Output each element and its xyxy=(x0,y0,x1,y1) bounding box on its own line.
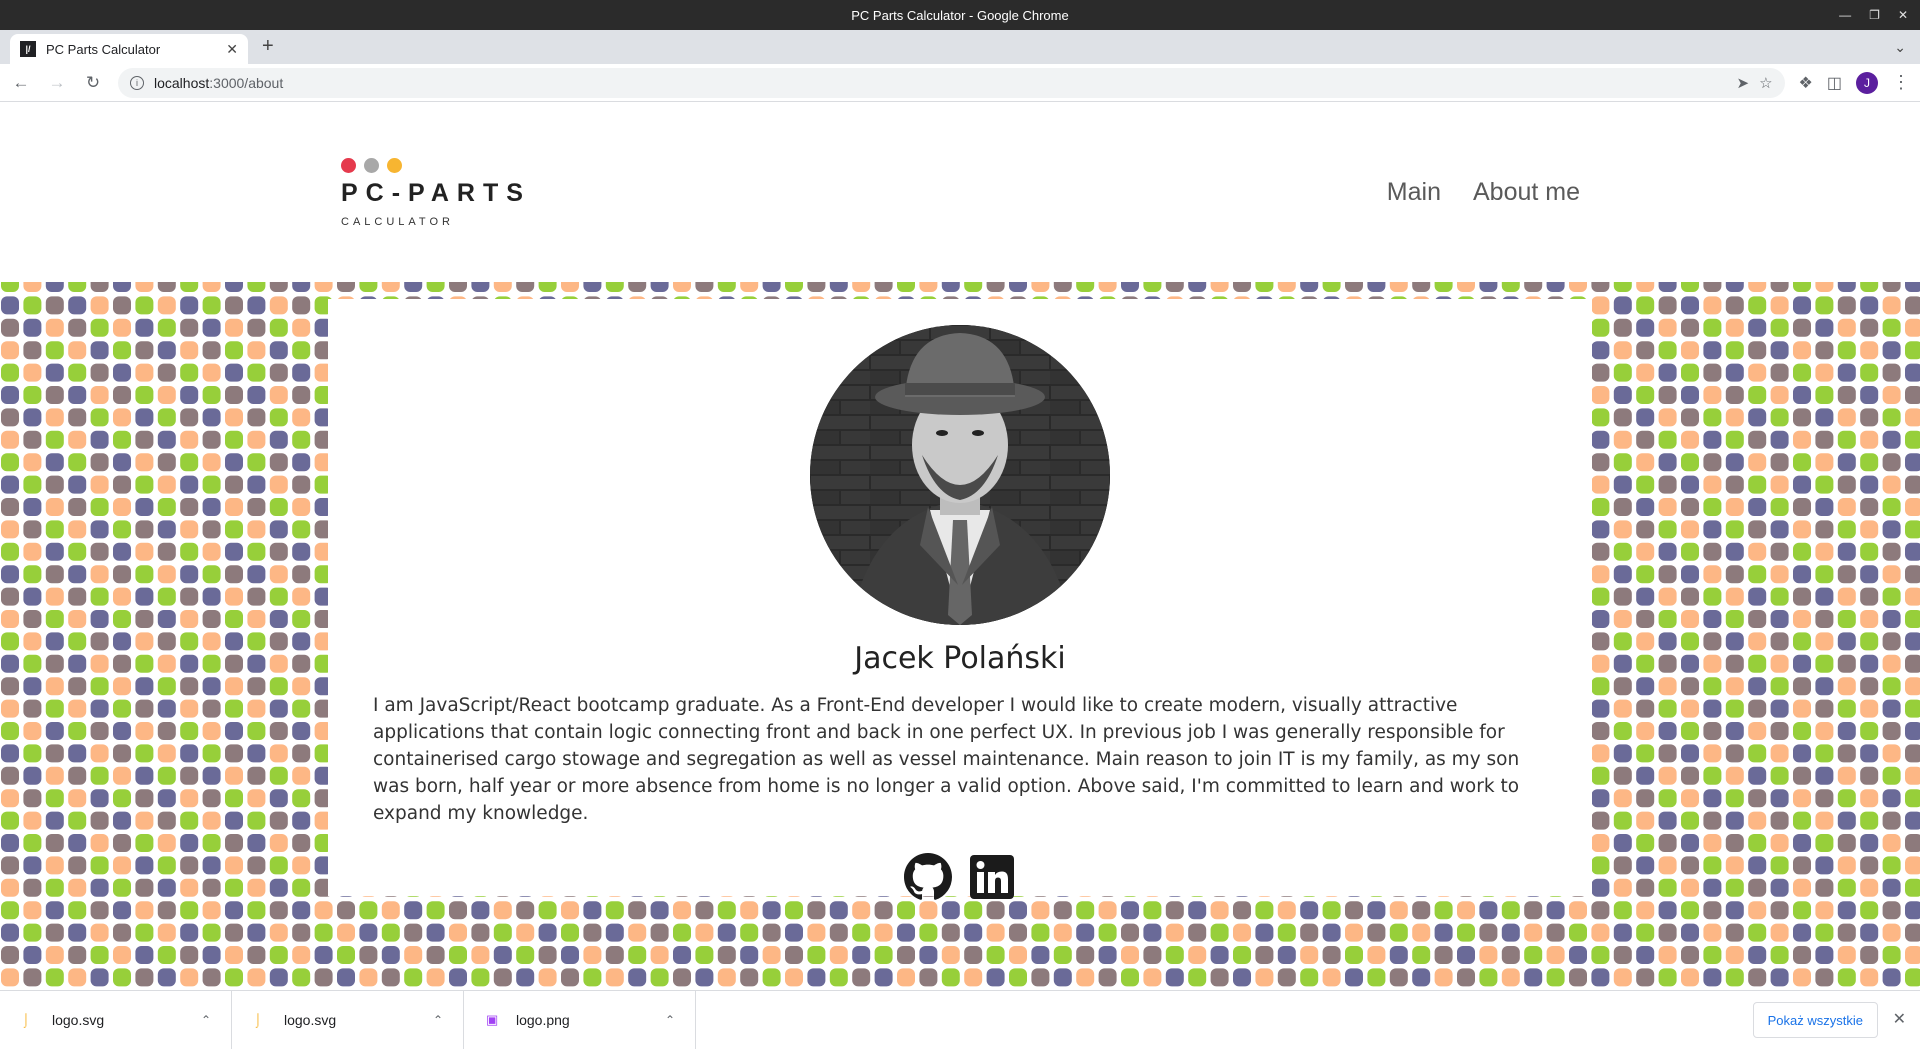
site-info-icon[interactable]: i xyxy=(130,75,144,90)
page-viewport: PC-PARTS CALCULATOR Main About me Jacek … xyxy=(0,102,1920,990)
browser-toolbar: ← → ↻ i localhost:3000/about ➤ ☆ ❖ ◫ J ⋮ xyxy=(0,64,1920,102)
download-filename: logo.svg xyxy=(284,1011,337,1028)
back-icon[interactable]: ← xyxy=(10,73,32,93)
chevron-up-icon[interactable]: ⌃ xyxy=(201,1013,211,1027)
url-host: localhost xyxy=(154,74,210,91)
url-path: :3000/about xyxy=(209,74,284,91)
downloads-bar: ⌡ logo.svg ⌃ ⌡ logo.svg ⌃ ▣ logo.png ⌃ P… xyxy=(0,990,1920,1049)
svg-file-icon: ⌡ xyxy=(22,1012,30,1027)
extensions-puzzle-icon[interactable]: ❖ xyxy=(1799,73,1813,93)
person-name: Jacek Polański xyxy=(854,641,1066,676)
github-icon xyxy=(904,853,952,900)
social-links xyxy=(328,853,1592,906)
linkedin-icon xyxy=(970,855,1014,899)
nav-link-main[interactable]: Main xyxy=(1387,178,1441,207)
nav-link-about[interactable]: About me xyxy=(1473,178,1580,207)
tab-title: PC Parts Calculator xyxy=(46,41,161,57)
download-item[interactable]: ⌡ logo.svg ⌃ xyxy=(232,990,464,1049)
about-card: Jacek Polański I am JavaScript/React boo… xyxy=(328,299,1592,900)
new-tab-icon[interactable]: + xyxy=(262,35,274,58)
site-header: PC-PARTS CALCULATOR Main About me xyxy=(0,102,1920,282)
site-nav: Main About me xyxy=(1387,178,1580,207)
close-downloads-icon[interactable]: ✕ xyxy=(1893,1009,1906,1029)
svg-file-icon: ⌡ xyxy=(254,1012,262,1027)
linkedin-link[interactable] xyxy=(968,853,1016,906)
send-icon[interactable]: ➤ xyxy=(1737,74,1750,92)
favicon-icon: |/ xyxy=(20,41,36,57)
minimize-icon[interactable]: — xyxy=(1839,8,1851,22)
tab-strip: |/ PC Parts Calculator ✕ + ⌄ xyxy=(0,30,1920,64)
site-logo[interactable]: PC-PARTS CALCULATOR xyxy=(341,158,531,228)
bookmark-star-icon[interactable]: ☆ xyxy=(1759,74,1772,92)
logo-dot xyxy=(387,158,402,173)
window-controls: — ❐ ✕ xyxy=(1839,0,1908,30)
address-bar[interactable]: i localhost:3000/about ➤ ☆ xyxy=(118,67,1785,98)
tab-close-icon[interactable]: ✕ xyxy=(226,41,238,58)
reload-icon[interactable]: ↻ xyxy=(82,73,104,93)
tab-search-icon[interactable]: ⌄ xyxy=(1894,39,1906,56)
logo-subtitle: CALCULATOR xyxy=(341,216,454,228)
restore-icon[interactable]: ❐ xyxy=(1869,8,1880,22)
image-file-icon: ▣ xyxy=(486,1011,499,1027)
profile-avatar[interactable]: J xyxy=(1856,71,1878,94)
profile-photo xyxy=(810,325,1110,625)
chrome-menu-icon[interactable]: ⋮ xyxy=(1892,72,1910,93)
browser-tab[interactable]: |/ PC Parts Calculator ✕ xyxy=(10,34,248,64)
chevron-up-icon[interactable]: ⌃ xyxy=(433,1013,443,1027)
logo-brand: PC-PARTS xyxy=(341,179,531,207)
download-filename: logo.png xyxy=(516,1011,570,1028)
github-link[interactable] xyxy=(904,853,952,906)
side-panel-icon[interactable]: ◫ xyxy=(1827,73,1842,93)
logo-dots xyxy=(341,158,531,173)
logo-dot xyxy=(341,158,356,173)
bio-text: I am JavaScript/React bootcamp graduate.… xyxy=(373,695,1520,824)
close-window-icon[interactable]: ✕ xyxy=(1898,8,1908,22)
download-filename: logo.svg xyxy=(52,1011,105,1028)
chevron-up-icon[interactable]: ⌃ xyxy=(665,1013,675,1027)
logo-dot xyxy=(364,158,379,173)
show-all-downloads-button[interactable]: Pokaż wszystkie xyxy=(1752,1002,1878,1038)
forward-icon[interactable]: → xyxy=(46,73,68,93)
window-titlebar: PC Parts Calculator - Google Chrome — ❐ … xyxy=(0,0,1920,30)
download-item[interactable]: ▣ logo.png ⌃ xyxy=(464,990,696,1049)
window-title: PC Parts Calculator - Google Chrome xyxy=(851,7,1069,23)
download-item[interactable]: ⌡ logo.svg ⌃ xyxy=(0,990,232,1049)
